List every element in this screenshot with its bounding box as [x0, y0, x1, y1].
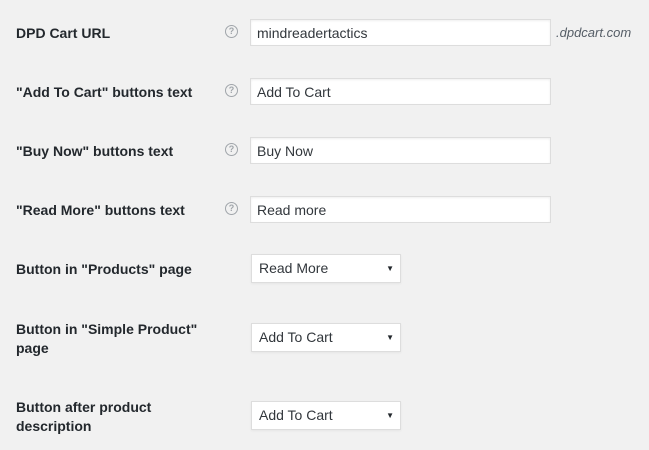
help-icon[interactable]: ? — [225, 202, 238, 215]
add-to-cart-text-input[interactable] — [250, 78, 551, 105]
simple-product-button-select[interactable]: Add To Cart ▼ — [251, 323, 401, 352]
simple-product-button-selected: Add To Cart — [259, 329, 333, 345]
products-page-button-selected: Read More — [259, 260, 329, 276]
products-page-button-select[interactable]: Read More ▼ — [251, 254, 401, 283]
chevron-down-icon: ▼ — [386, 411, 394, 420]
buy-now-text-label: "Buy Now" buttons text — [16, 143, 174, 159]
products-page-button-label: Button in "Products" page — [16, 261, 192, 277]
dpd-cart-url-label: DPD Cart URL — [16, 25, 111, 41]
simple-product-button-label: Button in "Simple Product" page — [16, 321, 198, 356]
dpd-cart-url-input[interactable] — [250, 19, 551, 46]
dpd-cart-url-suffix: .dpdcart.com — [556, 25, 632, 40]
help-icon[interactable]: ? — [225, 143, 238, 156]
help-icon[interactable]: ? — [225, 25, 238, 38]
read-more-text-input[interactable] — [250, 196, 551, 223]
buy-now-text-input[interactable] — [250, 137, 551, 164]
after-description-button-selected: Add To Cart — [259, 407, 333, 423]
help-icon[interactable]: ? — [225, 84, 238, 97]
after-description-button-select[interactable]: Add To Cart ▼ — [251, 401, 401, 430]
after-description-button-label: Button after product description — [16, 399, 152, 434]
chevron-down-icon: ▼ — [386, 264, 394, 273]
read-more-text-label: "Read More" buttons text — [16, 202, 185, 218]
chevron-down-icon: ▼ — [386, 333, 394, 342]
add-to-cart-text-label: "Add To Cart" buttons text — [16, 84, 193, 100]
